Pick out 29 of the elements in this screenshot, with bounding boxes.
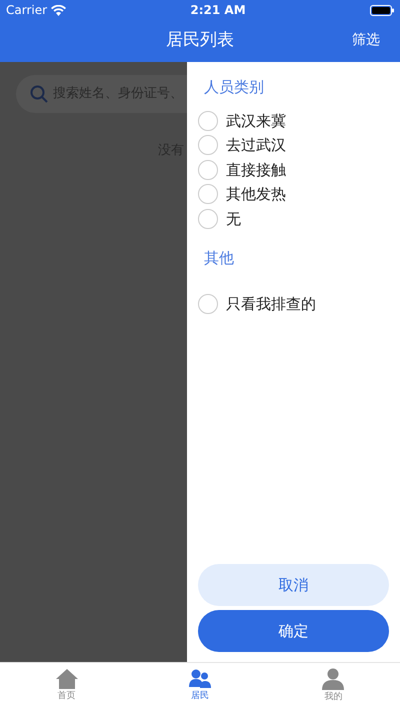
person-icon [322, 668, 344, 690]
radio-button[interactable] [198, 110, 218, 131]
tab-item[interactable]: 我的 [266, 663, 400, 710]
search-icon [30, 85, 48, 103]
radio-option[interactable]: 直接接触 [198, 158, 389, 182]
cancel-button[interactable]: 取消 [198, 564, 389, 606]
radio-button[interactable] [198, 208, 218, 229]
home-icon [56, 669, 78, 690]
people-icon [188, 669, 211, 690]
radio-option[interactable]: 无 [198, 206, 389, 231]
status-time: 2:21 AM [190, 2, 246, 19]
tab-item[interactable]: 居民 [133, 663, 267, 710]
radio-option[interactable]: 去过武汉 [198, 133, 389, 158]
filter-button[interactable]: 筛选 [352, 30, 380, 51]
radio-button[interactable] [198, 184, 218, 204]
section-title: 人员类别 [204, 77, 265, 98]
wifi-icon [51, 4, 66, 16]
radio-option[interactable]: 其他发热 [198, 182, 389, 206]
radio-option[interactable]: 武汉来冀 [198, 108, 389, 133]
nav-title: 居民列表 [166, 29, 234, 52]
tab-item[interactable]: 首页 [0, 663, 134, 710]
radio-option[interactable]: 只看我排查的 [198, 292, 389, 316]
radio-button[interactable] [198, 294, 218, 314]
confirm-button[interactable]: 确定 [198, 610, 389, 652]
battery-icon [370, 4, 394, 16]
radio-button[interactable] [198, 160, 218, 180]
carrier-label: Carrier [6, 2, 48, 19]
section-title: 其他 [204, 248, 235, 269]
radio-button[interactable] [198, 135, 218, 156]
